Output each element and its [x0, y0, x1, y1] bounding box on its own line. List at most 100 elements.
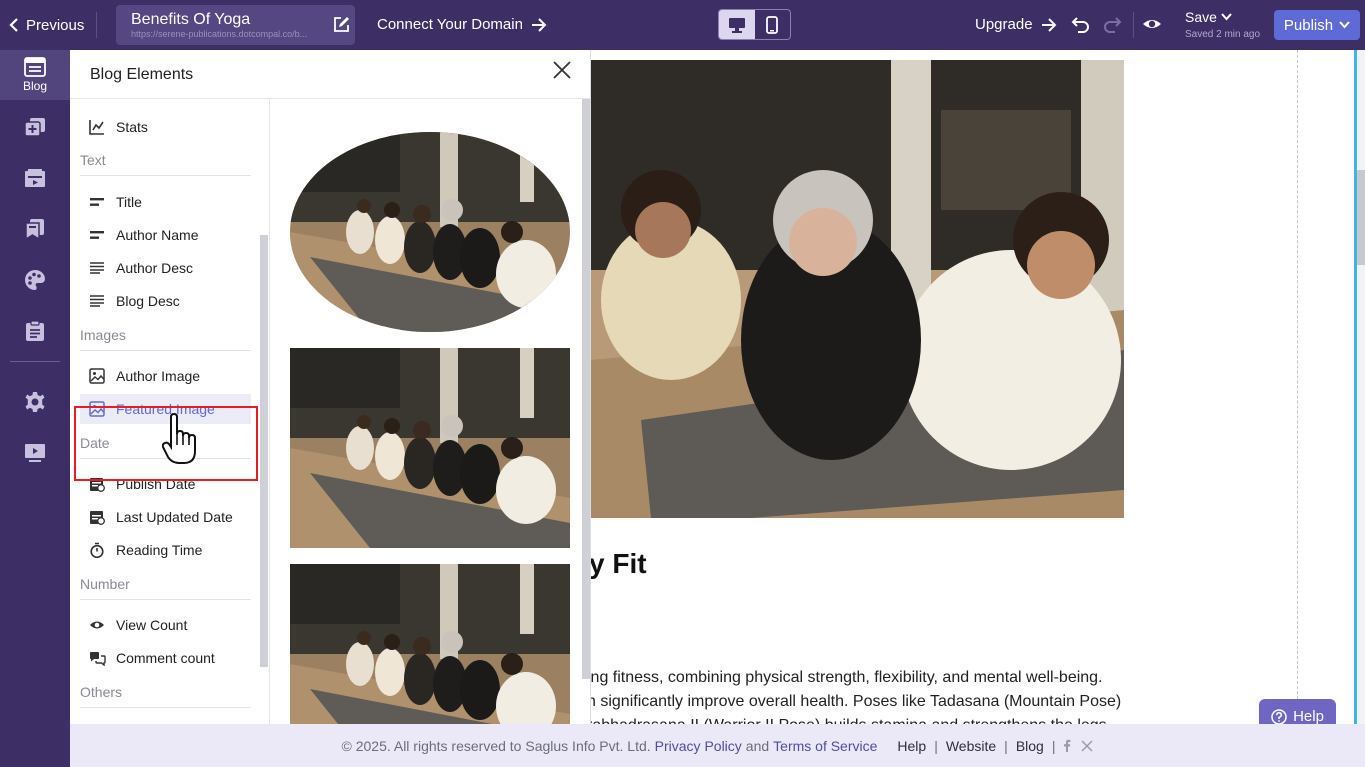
preview-scrollbar[interactable]: [582, 99, 590, 679]
element-publish-date[interactable]: Publish Date: [80, 469, 251, 499]
facebook-icon[interactable]: [1063, 739, 1071, 752]
element-author-image[interactable]: Author Image: [80, 361, 251, 391]
page-title-field[interactable]: Benefits Of Yoga https://serene-publicat…: [116, 5, 355, 45]
question-icon: [1271, 708, 1287, 725]
list-item[interactable]: [80, 99, 251, 101]
sidebar-item-add-pages[interactable]: [0, 112, 70, 142]
divider: [80, 599, 251, 600]
redo-icon[interactable]: [1102, 15, 1122, 33]
category-images: Images: [80, 327, 126, 343]
upgrade-button[interactable]: Upgrade: [975, 16, 1057, 33]
featured-image-rounded-style[interactable]: [290, 564, 570, 724]
editor-canvas[interactable]: y Fit ing fitness, combining physical st…: [591, 50, 1365, 724]
footer-and-text: and: [745, 737, 770, 754]
saved-status: Saved 2 min ago: [1185, 29, 1261, 40]
panel-header: Blog Elements: [70, 50, 591, 99]
save-label: Save: [1185, 9, 1217, 25]
chevron-down-icon: [1221, 13, 1232, 21]
element-label: Comment count: [116, 650, 215, 666]
publish-button[interactable]: Publish: [1274, 10, 1360, 40]
presentation-icon: [24, 443, 46, 463]
preview-eye-icon[interactable]: [1142, 15, 1162, 33]
element-label: Reading Time: [116, 542, 203, 558]
device-toggle: [718, 9, 791, 40]
featured-image-rectangle-style[interactable]: [290, 348, 570, 548]
sidebar-item-media[interactable]: [0, 163, 70, 193]
element-stats[interactable]: Stats: [80, 112, 251, 142]
canvas-scrollbar-thumb[interactable]: [1357, 170, 1365, 265]
element-last-updated-date[interactable]: Last Updated Date: [80, 502, 251, 532]
element-author-name[interactable]: Author Name: [80, 220, 251, 250]
element-label: Title: [116, 194, 142, 210]
undo-icon[interactable]: [1071, 15, 1091, 33]
category-others: Others: [80, 684, 123, 700]
bookmarks-icon: [24, 218, 46, 240]
settings-icon: [24, 391, 46, 413]
divider: [80, 175, 251, 176]
sidebar-item-theme[interactable]: [0, 265, 70, 295]
element-label: Author Desc: [116, 260, 194, 276]
sidebar-item-bookmarks[interactable]: [0, 214, 70, 244]
sidebar-item-settings[interactable]: [0, 387, 70, 417]
page-title: Benefits Of Yoga: [131, 11, 251, 28]
element-author-desc[interactable]: Author Desc: [80, 253, 251, 283]
footer-blog-link[interactable]: Blog: [1016, 738, 1044, 754]
eye-icon: [80, 619, 116, 631]
article-heading: y Fit: [591, 548, 647, 579]
sidebar-item-blog[interactable]: Blog: [0, 50, 70, 100]
previous-button[interactable]: Previous: [8, 10, 84, 40]
element-title[interactable]: Title: [80, 187, 251, 217]
sidebar-item-forms[interactable]: [0, 316, 70, 346]
divider: [80, 707, 251, 708]
element-label: Publish Date: [116, 476, 196, 492]
featured-image[interactable]: [591, 60, 1124, 518]
blog-elements-panel: Blog Elements Stats Text Title Author Na…: [70, 50, 591, 724]
element-view-count[interactable]: View Count: [80, 610, 251, 640]
divider: [1133, 12, 1134, 38]
footer-help-link[interactable]: Help: [897, 738, 926, 754]
privacy-policy-link[interactable]: Privacy Policy: [655, 738, 742, 754]
clipboard-icon: [25, 320, 45, 342]
element-blog-desc[interactable]: Blog Desc: [80, 286, 251, 316]
divider: [10, 361, 60, 362]
arrow-right-icon: [1041, 17, 1057, 32]
paragraph-icon: [80, 295, 116, 307]
edit-icon[interactable]: [332, 16, 350, 34]
save-dropdown-button[interactable]: Save: [1185, 9, 1232, 25]
mobile-icon: [766, 15, 779, 34]
featured-image-oval-style[interactable]: [290, 132, 570, 332]
connect-domain-button[interactable]: Connect Your Domain: [377, 16, 547, 33]
element-label: Author Image: [116, 368, 201, 384]
element-label: Author Name: [116, 227, 199, 243]
element-label: Last Updated Date: [116, 509, 233, 525]
footer-website-link[interactable]: Website: [946, 738, 996, 754]
chevron-down-icon: [1339, 21, 1350, 29]
desktop-view-button[interactable]: [719, 10, 755, 39]
panel-title: Blog Elements: [90, 66, 194, 83]
x-twitter-icon[interactable]: [1081, 739, 1094, 752]
divider: |: [1051, 737, 1056, 754]
divider: [80, 350, 251, 351]
element-preview-area: [270, 99, 591, 724]
media-icon: [24, 168, 46, 188]
element-list-scrollbar[interactable]: [260, 235, 268, 667]
element-label: View Count: [116, 617, 188, 633]
element-label: Stats: [116, 119, 148, 135]
divider: [96, 12, 97, 38]
close-icon[interactable]: [552, 60, 572, 80]
publish-label: Publish: [1283, 16, 1334, 34]
blog-icon: [24, 57, 46, 77]
category-text: Text: [80, 152, 106, 168]
element-reading-time[interactable]: Reading Time: [80, 535, 251, 565]
category-number: Number: [80, 576, 130, 592]
canvas-scrollbar[interactable]: [1357, 50, 1365, 724]
page-url: https://serene-publications.dotcompal.co…: [131, 29, 308, 39]
connect-domain-label: Connect Your Domain: [377, 16, 523, 33]
sidebar-item-presentation[interactable]: [0, 438, 70, 468]
element-comment-count[interactable]: Comment count: [80, 643, 251, 673]
image-icon: [80, 401, 116, 417]
mobile-view-button[interactable]: [755, 10, 791, 39]
upgrade-label: Upgrade: [975, 16, 1033, 33]
terms-of-service-link[interactable]: Terms of Service: [773, 738, 877, 754]
calendar-icon: [80, 509, 116, 525]
